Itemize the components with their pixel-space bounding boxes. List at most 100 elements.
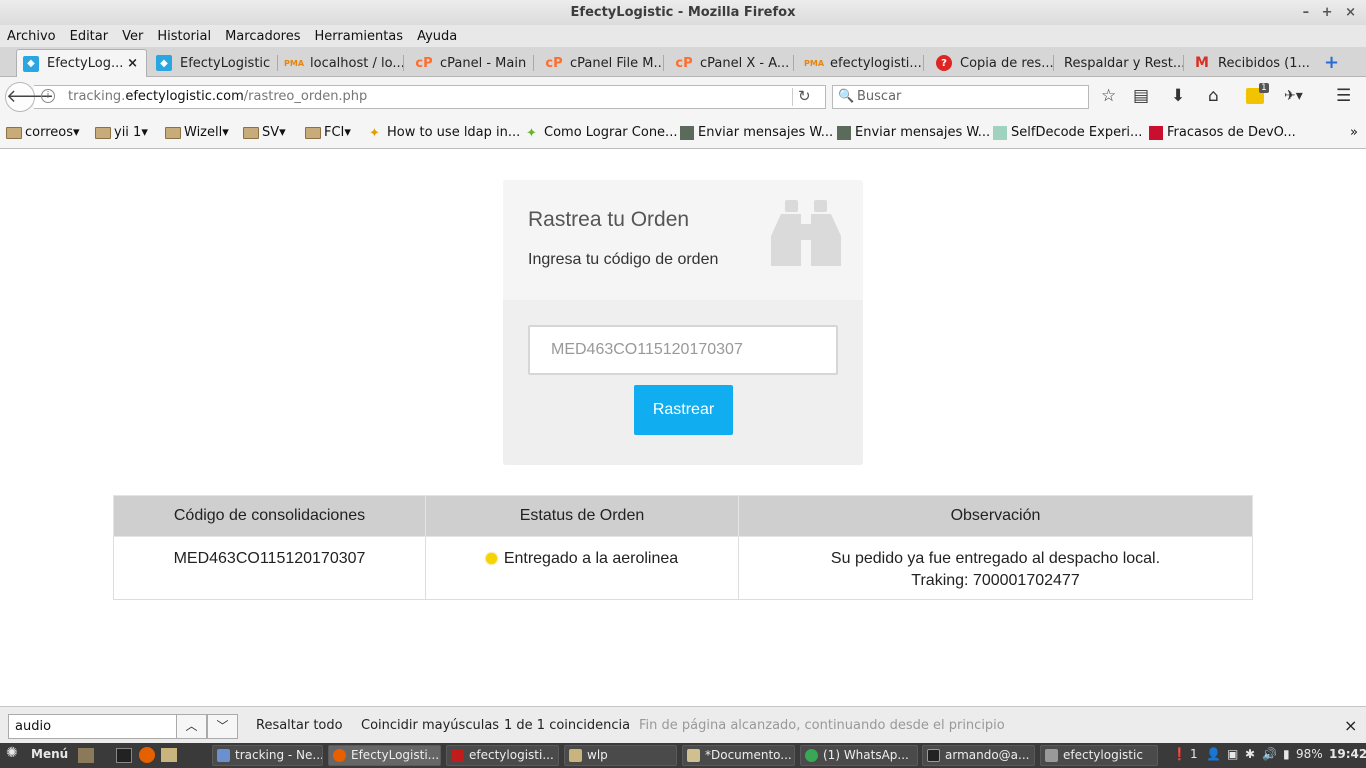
- taskbar-window-documento[interactable]: *Documento...: [682, 745, 795, 766]
- menu-marcadores[interactable]: Marcadores: [225, 29, 300, 44]
- cell-code: MED463CO115120170307: [113, 536, 426, 600]
- bookmark-fracasos[interactable]: Fracasos de DevO...: [1149, 125, 1296, 140]
- efecty-favicon-icon: ◆: [23, 55, 39, 72]
- terminal-icon[interactable]: [116, 748, 132, 763]
- file-manager-icon[interactable]: [78, 748, 94, 763]
- back-button[interactable]: 🡐: [5, 82, 54, 112]
- taskbar-window-terminal[interactable]: armando@a...: [922, 745, 1035, 766]
- bookmark-label: correos: [25, 125, 74, 140]
- bookmarks-overflow-icon[interactable]: »: [1350, 125, 1358, 140]
- status-text: Entregado a la aerolinea: [503, 550, 679, 567]
- new-tab-icon[interactable]: +: [1324, 52, 1339, 73]
- window-controls[interactable]: – + ×: [1303, 0, 1360, 25]
- clock[interactable]: 19:42: [1329, 747, 1366, 761]
- menu-ver[interactable]: Ver: [122, 29, 143, 44]
- notification-icon[interactable]: ❗: [1172, 747, 1187, 761]
- tab-cpanel-x[interactable]: cP cPanel X - A...: [670, 49, 794, 77]
- taskbar-window-efectylogistic[interactable]: efectylogistic: [1040, 745, 1158, 766]
- hamburger-menu-icon[interactable]: ☰: [1336, 86, 1351, 106]
- tab-label: EfectyLog...: [47, 56, 124, 71]
- reload-icon[interactable]: ↻: [798, 87, 811, 105]
- addon-badge: 1: [1259, 83, 1269, 93]
- menu-editar[interactable]: Editar: [70, 29, 109, 44]
- card-title: Rastrea tu Orden: [528, 208, 690, 231]
- taskbar-window-firefox[interactable]: EfectyLogisti...: [328, 745, 441, 766]
- tab-phpmyadmin-efecty[interactable]: PMA efectylogisti...: [800, 49, 924, 77]
- task-label: tracking - Ne...: [235, 748, 323, 762]
- bookmark-label: Enviar mensajes W...: [855, 125, 991, 140]
- page-icon: [680, 125, 694, 140]
- bookmark-enviar-1[interactable]: Enviar mensajes W...: [680, 125, 833, 140]
- find-bar: ︿ ﹀ Resaltar todo Coincidir mayúsculas 1…: [0, 706, 1366, 743]
- bookmark-folder-correos[interactable]: correos ▾: [6, 125, 80, 140]
- home-icon[interactable]: ⌂: [1208, 86, 1219, 106]
- column-header-code: Código de consolidaciones: [113, 495, 426, 537]
- find-previous-button[interactable]: ︿: [176, 714, 207, 739]
- page-content: Rastrea tu Orden Ingresa tu código de or…: [0, 150, 1366, 706]
- menu-historial[interactable]: Historial: [157, 29, 211, 44]
- bluetooth-icon[interactable]: ✱: [1245, 747, 1255, 761]
- battery-icon[interactable]: ▮: [1283, 747, 1290, 761]
- folder-icon[interactable]: [161, 748, 177, 762]
- gmail-favicon-icon: M: [1195, 55, 1209, 71]
- taskbar-window-whatsapp[interactable]: (1) WhatsAp...: [800, 745, 918, 766]
- folder-icon: [95, 126, 111, 139]
- menu-archivo[interactable]: Archivo: [7, 29, 56, 44]
- bookmark-selfdecode[interactable]: SelfDecode Experi...: [993, 125, 1142, 140]
- search-bar[interactable]: 🔍 Buscar: [832, 85, 1089, 109]
- extension-menu-icon[interactable]: ✈▾: [1284, 88, 1303, 104]
- tab-cpanel-main[interactable]: cP cPanel - Main: [410, 49, 534, 77]
- system-menu-icon[interactable]: ✺: [6, 745, 18, 761]
- cell-observation: Su pedido ya fue entregado al despacho l…: [738, 536, 1253, 600]
- bookmark-folder-wizell[interactable]: Wizell ▾: [165, 125, 229, 140]
- close-tab-icon[interactable]: ×: [127, 56, 138, 71]
- folder-icon: [6, 126, 22, 139]
- tab-gmail[interactable]: M Recibidos (1...: [1188, 49, 1312, 77]
- bookmark-folder-fci[interactable]: FCI ▾: [305, 125, 351, 140]
- cpanel-favicon-icon: cP: [545, 55, 563, 71]
- bookmark-folder-yii[interactable]: yii 1 ▾: [95, 125, 148, 140]
- track-button[interactable]: Rastrear: [634, 385, 733, 435]
- tab-label: cPanel File M...: [570, 55, 664, 71]
- close-findbar-icon[interactable]: ×: [1344, 716, 1357, 735]
- downloads-icon[interactable]: ⬇: [1171, 86, 1185, 106]
- find-next-button[interactable]: ﹀: [207, 714, 238, 739]
- bookmark-como-lograr[interactable]: ✦ Como Lograr Cone...: [526, 125, 677, 141]
- bookmark-folder-sv[interactable]: SV ▾: [243, 125, 286, 140]
- tab-cpanel-file[interactable]: cP cPanel File M...: [540, 49, 664, 77]
- bookmark-enviar-2[interactable]: Enviar mensajes W...: [837, 125, 990, 140]
- volume-icon[interactable]: 🔊: [1262, 747, 1277, 761]
- site-info-icon[interactable]: i: [41, 89, 55, 103]
- taskbar-window-wlp[interactable]: wlp: [564, 745, 677, 766]
- tab-efecty-active[interactable]: ◆ EfectyLog... ×: [16, 49, 147, 77]
- menu-ayuda[interactable]: Ayuda: [417, 29, 457, 44]
- order-code-input[interactable]: [528, 325, 838, 375]
- user-icon[interactable]: 👤: [1206, 747, 1221, 761]
- bookmark-label: SV: [262, 125, 280, 140]
- search-placeholder: Buscar: [857, 89, 902, 104]
- highlight-all-toggle[interactable]: Resaltar todo: [256, 718, 343, 733]
- bookmark-ldap[interactable]: ✦ How to use ldap in...: [369, 125, 520, 141]
- bookmark-star-icon[interactable]: ☆: [1101, 86, 1116, 106]
- taskbar-window-tracking[interactable]: tracking - Ne...: [212, 745, 323, 766]
- tab-bar: ◆ EfectyLog... × ◆ EfectyLogistic PMA lo…: [0, 47, 1366, 77]
- network-icon[interactable]: ▣: [1227, 747, 1238, 761]
- tab-label: efectylogisti...: [830, 55, 922, 71]
- taskbar-window-filezilla[interactable]: efectylogisti...: [446, 745, 559, 766]
- system-menu-button[interactable]: Menú: [31, 747, 68, 761]
- phpmyadmin-favicon-icon: PMA: [804, 58, 825, 68]
- match-case-toggle[interactable]: Coincidir mayúsculas: [361, 718, 499, 733]
- table-header-row: Código de consolidaciones Estatus de Ord…: [113, 495, 1253, 537]
- tab-respaldar[interactable]: Respaldar y Rest...: [1058, 49, 1184, 77]
- menu-herramientas[interactable]: Herramientas: [315, 29, 404, 44]
- url-bar[interactable]: tracking.efectylogistic.com/rastreo_orde…: [34, 85, 826, 109]
- tab-phpmyadmin[interactable]: PMA localhost / lo...: [280, 49, 404, 77]
- tab-label: Copia de res...: [960, 55, 1054, 71]
- firefox-icon[interactable]: [139, 747, 155, 763]
- cpanel-favicon-icon: cP: [675, 55, 693, 71]
- reading-list-icon[interactable]: ▤: [1133, 86, 1149, 106]
- find-input[interactable]: [8, 714, 178, 739]
- bookmark-label: SelfDecode Experi...: [1011, 125, 1143, 140]
- tab-efecty[interactable]: ◆ EfectyLogistic: [150, 49, 278, 77]
- tab-copia[interactable]: ? Copia de res...: [930, 49, 1054, 77]
